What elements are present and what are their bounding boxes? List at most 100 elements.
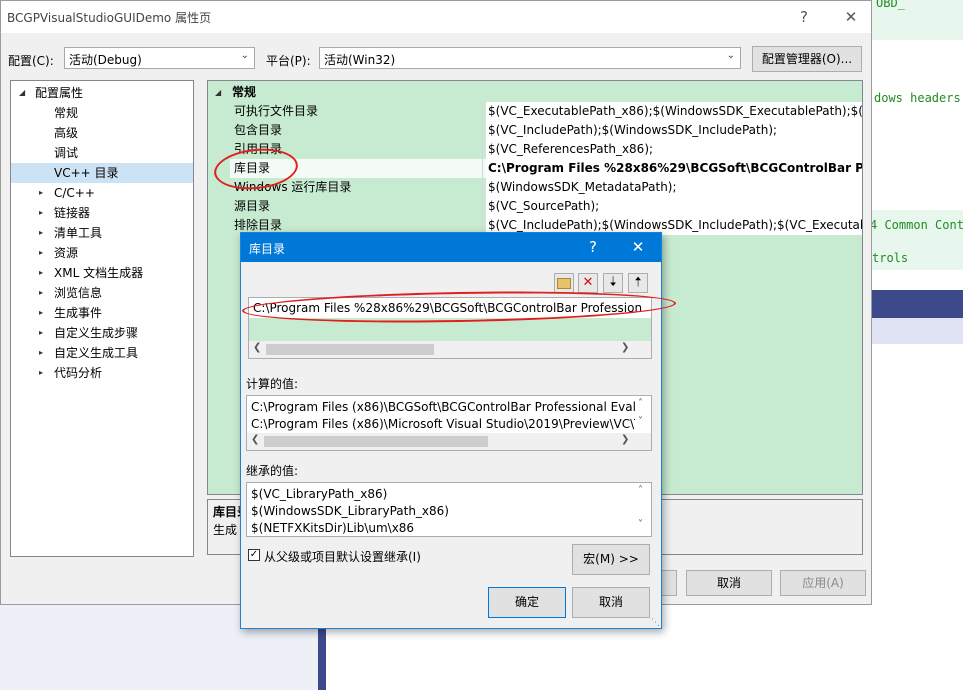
tree-item[interactable]: 高级 [11,123,193,143]
property-tree[interactable]: ◢ 配置属性 常规 高级 调试 VC++ 目录 ▸ C/C++ ▸ 链接器 ▸ 清单工具 ▸ 资源 ▸ X… [10,80,194,557]
tree-item-label: VC++ 目录 [54,166,119,180]
dialog-title: 库目录 [249,242,286,256]
column-divider [482,197,483,216]
scroll-right-icon[interactable]: ❯ [621,434,629,445]
close-button[interactable]: ✕ [623,235,653,259]
tree-item[interactable]: ▸ XML 文档生成器 [11,263,193,283]
property-row[interactable]: 包含目录 $(VC_IncludePath);$(WindowsSDK_Inclu… [230,121,862,140]
property-value[interactable]: $(VC_IncludePath);$(WindowsSDK_IncludePa… [486,121,862,140]
delete-icon[interactable]: ✕ [578,273,598,293]
expanded-triangle-icon[interactable]: ◢ [19,83,25,103]
resize-grip-icon[interactable]: ⋱ [651,618,660,628]
collapsed-triangle-icon[interactable]: ▸ [39,283,43,303]
inherited-line: $(NETFXKitsDir)Lib\um\x86 [251,521,415,535]
property-value[interactable]: C:\Program Files %28x86%29\BCGSoft\BCGCo… [486,159,862,178]
tree-item-label: 调试 [54,146,79,160]
property-name: 源目录 [234,199,271,213]
tree-item[interactable]: ▸ 资源 [11,243,193,263]
tree-item[interactable]: ▸ 代码分析 [11,363,193,383]
code-line: OBD_ [876,0,905,10]
inherit-checkbox[interactable]: ✓ [248,549,260,561]
computed-values-box: C:\Program Files (x86)\BCGSoft\BCGContro… [246,395,652,451]
column-divider [482,159,483,178]
tree-item[interactable]: ▸ 自定义生成工具 [11,343,193,363]
tree-item[interactable]: 调试 [11,143,193,163]
tree-item[interactable]: ▸ 生成事件 [11,303,193,323]
dialog-title-bar: 库目录 ? ✕ [241,233,661,262]
tree-item-label: 常规 [54,106,79,120]
scroll-down-icon[interactable]: ˅ [638,519,643,530]
property-row[interactable]: 可执行文件目录 $(VC_ExecutablePath_x86);$(Window… [230,102,862,121]
window-title: BCGPVisualStudioGUIDemo 属性页 [7,11,212,25]
tree-item[interactable]: 常规 [11,103,193,123]
close-button[interactable]: ✕ [834,5,868,29]
help-button[interactable]: ? [787,5,821,29]
property-value[interactable]: $(VC_ReferencesPath_x86); [486,140,862,159]
property-value[interactable]: $(VC_SourcePath); [486,197,862,216]
inherit-checkbox-label[interactable]: 从父级或项目默认设置继承(I) [264,548,421,565]
collapsed-triangle-icon[interactable]: ▸ [39,183,43,203]
scroll-right-icon[interactable]: ❯ [621,342,629,353]
tree-item[interactable]: ▸ C/C++ [11,183,193,203]
computed-line: C:\Program Files (x86)\BCGSoft\BCGContro… [251,400,644,414]
ok-button[interactable]: 确定 [488,587,566,618]
scroll-left-icon[interactable]: ❮ [253,342,261,353]
tree-item-label: 清单工具 [54,226,103,240]
tree-item-label: 自定义生成步骤 [54,326,139,340]
vertical-scrollbar[interactable]: ˄ ˅ [635,483,651,536]
property-name: 可执行文件目录 [234,104,319,118]
scroll-down-icon[interactable]: ˅ [638,416,643,427]
config-select[interactable]: 活动(Debug) ⌄ [64,47,255,69]
category-label: 常规 [232,85,257,99]
vertical-scrollbar[interactable]: ˄ ˅ [635,396,651,434]
inherited-values-box: $(VC_LibraryPath_x86) $(WindowsSDK_Libra… [246,482,652,537]
tree-item[interactable]: ▸ 清单工具 [11,223,193,243]
collapsed-triangle-icon[interactable]: ▸ [39,263,43,283]
config-manager-button[interactable]: 配置管理器(O)... [752,46,862,72]
tree-item-label: 代码分析 [54,366,103,380]
horizontal-scrollbar[interactable]: ❮ ❯ [247,433,651,450]
scroll-up-icon[interactable]: ˄ [638,485,643,496]
scroll-left-icon[interactable]: ❮ [251,434,259,445]
apply-button[interactable]: 应用(A) [780,570,866,596]
property-value[interactable]: $(VC_ExecutablePath_x86);$(WindowsSDK_Ex… [486,102,862,121]
column-divider [482,121,483,140]
move-down-icon[interactable]: 🠣 [603,273,623,293]
scroll-thumb[interactable] [264,436,488,447]
tree-item[interactable]: ▸ 浏览信息 [11,283,193,303]
collapsed-triangle-icon[interactable]: ▸ [39,363,43,383]
property-row[interactable]: 源目录 $(VC_SourcePath); [230,197,862,216]
collapsed-triangle-icon[interactable]: ▸ [39,303,43,323]
grid-category[interactable]: ◢ 常规 [208,83,862,102]
tree-root[interactable]: ◢ 配置属性 [11,83,193,103]
platform-select-value: 活动(Win32) [324,53,396,67]
tree-item[interactable]: VC++ 目录 [11,163,193,183]
collapsed-triangle-icon[interactable]: ▸ [39,243,43,263]
cancel-button[interactable]: 取消 [686,570,772,596]
expanded-triangle-icon[interactable]: ◢ [215,83,221,102]
new-line-icon[interactable] [554,273,574,293]
collapsed-triangle-icon[interactable]: ▸ [39,223,43,243]
scroll-up-icon[interactable]: ˄ [638,398,643,409]
tree-item[interactable]: ▸ 链接器 [11,203,193,223]
collapsed-triangle-icon[interactable]: ▸ [39,323,43,343]
horizontal-scrollbar[interactable]: ❮ ❯ [249,341,651,358]
inherited-line: $(WindowsSDK_LibraryPath_x86) [251,504,449,518]
property-row[interactable]: Windows 运行库目录 $(WindowsSDK_MetadataPath); [230,178,862,197]
move-up-icon[interactable]: 🠡 [628,273,648,293]
platform-select[interactable]: 活动(Win32) ⌄ [319,47,741,69]
cancel-button[interactable]: 取消 [572,587,650,618]
config-select-value: 活动(Debug) [69,53,142,67]
collapsed-triangle-icon[interactable]: ▸ [39,203,43,223]
collapsed-triangle-icon[interactable]: ▸ [39,343,43,363]
tree-item[interactable]: ▸ 自定义生成步骤 [11,323,193,343]
computed-label: 计算的值: [246,377,299,391]
scroll-thumb[interactable] [266,344,434,355]
code-line: trols [872,251,909,265]
help-button[interactable]: ? [578,235,608,259]
property-value[interactable]: $(WindowsSDK_MetadataPath); [486,178,862,197]
macro-button[interactable]: 宏(M) >> [572,544,650,575]
property-row[interactable]: 引用目录 $(VC_ReferencesPath_x86); [230,140,862,159]
tree-item-label: 资源 [54,246,79,260]
property-row[interactable]: 库目录 C:\Program Files %28x86%29\BCGSoft\BC… [230,159,862,178]
